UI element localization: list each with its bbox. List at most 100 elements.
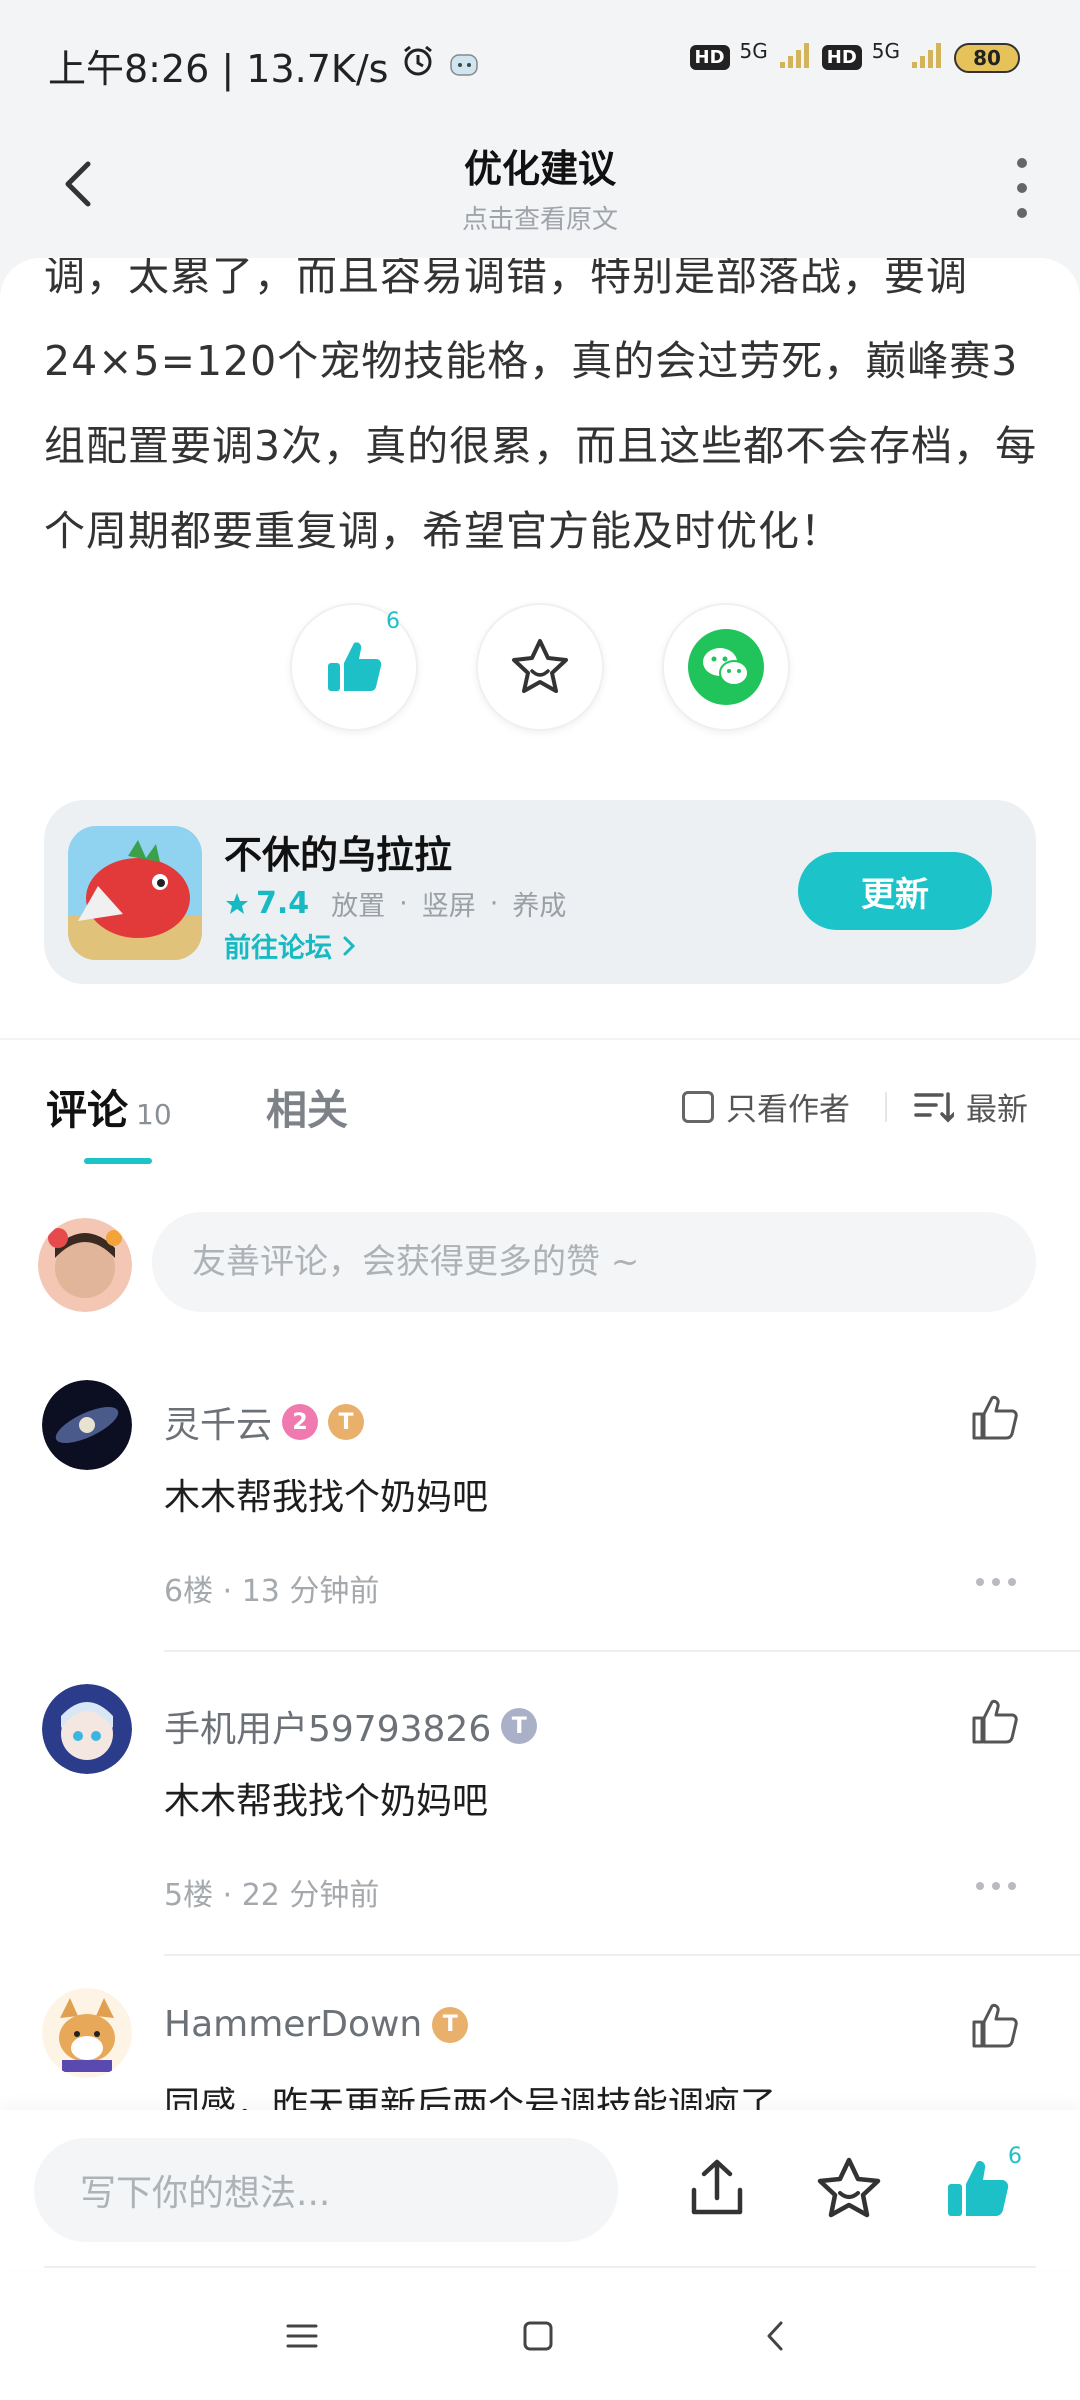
- comment-meta: 5楼 · 22 分钟前: [164, 1878, 380, 1913]
- title-badge: T: [432, 2006, 469, 2043]
- comment-divider: [164, 1650, 1080, 1652]
- nav-menu-button[interactable]: [272, 2306, 332, 2366]
- tab-comments[interactable]: 评论 10: [46, 1076, 172, 1136]
- title-badge: T: [328, 1404, 365, 1440]
- game-rating: 7.4: [224, 886, 309, 921]
- like-bottom-button[interactable]: [944, 2154, 1014, 2224]
- like-button[interactable]: 6: [290, 603, 418, 731]
- user-avatar[interactable]: [42, 1988, 132, 2078]
- game-card[interactable]: 不休的乌拉拉 7.4 放置 · 竖屏 · 养成 前往论坛 更新: [44, 800, 1036, 984]
- bottom-action-bar: 写下你的想法... 6: [0, 2110, 1080, 2270]
- hd-badge-1: HD: [689, 45, 730, 70]
- article-body: 调，太累了，而且容易调错，特别是部落战，要调 24×5=120个宠物技能格，真的…: [44, 258, 1044, 574]
- username: HammerDown: [164, 2004, 423, 2045]
- comments-section: 评论 10 相关 只看作者 最新 友善评论，会获得更多的赞 ~ 灵千云 2 T …: [0, 1040, 1080, 2110]
- game-tag: 放置: [331, 891, 386, 922]
- comment-divider: [164, 1954, 1080, 1956]
- update-button[interactable]: 更新: [798, 852, 992, 930]
- comment-like-button[interactable]: [970, 1696, 1020, 1746]
- page-title: 优化建议: [463, 147, 616, 191]
- tab-related[interactable]: 相关: [266, 1076, 348, 1136]
- network-type-2: 5G: [871, 38, 900, 63]
- game-app-icon: [68, 826, 202, 960]
- wechat-share-button[interactable]: [662, 603, 790, 731]
- article-actions: 6: [0, 603, 1080, 733]
- article-card: 调，太累了，而且容易调错，特别是部落战，要调 24×5=120个宠物技能格，真的…: [0, 258, 1080, 1038]
- dot: [1008, 1578, 1016, 1586]
- sort-button[interactable]: 最新: [914, 1084, 1028, 1129]
- author-only-checkbox[interactable]: [682, 1090, 714, 1123]
- comment-text: 同感，昨天更新后两个号调技能调疯了: [164, 2085, 777, 2110]
- thought-input[interactable]: 写下你的想法...: [34, 2138, 618, 2242]
- dot: [976, 1882, 984, 1890]
- status-bar: 上午8:26 | 13.7K/s HD 5G HD 5G 80: [0, 0, 1080, 120]
- rating-value: 7.4: [256, 886, 310, 921]
- comment-user[interactable]: 灵千云 2 T: [164, 1396, 365, 1448]
- comment-more-button[interactable]: [976, 1578, 1016, 1586]
- comment-like-button[interactable]: [970, 2000, 1020, 2050]
- author-only-filter[interactable]: 只看作者: [682, 1084, 850, 1129]
- dot: [1008, 1882, 1016, 1890]
- menu-icon: [286, 2324, 318, 2348]
- back-arrow-icon: [767, 2321, 783, 2351]
- article-text: 24×5=120个宠物技能格，真的会过劳死，巅峰赛3组配置要调3次，真的很累，而…: [44, 337, 1038, 555]
- wechat-icon: [688, 629, 764, 705]
- system-nav-bar: [0, 2272, 1080, 2400]
- comment-user[interactable]: 手机用户59793826 T: [164, 1700, 538, 1752]
- thumbs-up-outline-icon: [972, 2003, 1018, 2048]
- username: 灵千云: [164, 1405, 273, 1446]
- home-square-icon: [523, 2321, 553, 2351]
- comment-text: 木木帮我找个奶妈吧: [164, 1781, 489, 1822]
- nav-home-button[interactable]: [508, 2306, 568, 2366]
- sort-icon: [914, 1091, 954, 1122]
- game-tag: 养成: [512, 891, 567, 922]
- user-avatar[interactable]: [42, 1380, 132, 1470]
- hd-badge-2: HD: [821, 45, 862, 70]
- active-tab-indicator: [84, 1158, 152, 1164]
- comment-like-button[interactable]: [970, 1392, 1020, 1442]
- game-name: 不休的乌拉拉: [224, 833, 453, 877]
- page-header: 优化建议 点击查看原文: [0, 120, 1080, 260]
- thumbs-up-icon: [328, 642, 382, 691]
- comment-tabs: 评论 10 相关 只看作者 最新: [0, 1040, 1080, 1170]
- title-block[interactable]: 优化建议 点击查看原文: [0, 138, 1080, 236]
- dot: [1017, 158, 1027, 168]
- comment-input[interactable]: [152, 1212, 1036, 1312]
- nav-back-button[interactable]: [746, 2306, 806, 2366]
- bottom-divider: [44, 2266, 1036, 2268]
- favorite-bottom-button[interactable]: [814, 2154, 884, 2224]
- username: 手机用户59793826: [164, 1709, 492, 1750]
- alarm-icon: [400, 43, 436, 88]
- star-face-icon: [512, 639, 568, 693]
- like-count: 6: [386, 609, 400, 634]
- star-icon: [226, 892, 248, 914]
- user-avatar[interactable]: [42, 1684, 132, 1774]
- battery-indicator: 80: [954, 42, 1020, 73]
- tag-separator: ·: [399, 888, 408, 919]
- forum-link-label: 前往论坛: [224, 933, 332, 964]
- comment-item: 手机用户59793826 T 木木帮我找个奶妈吧 5楼 · 22 分钟前: [0, 1656, 1080, 1956]
- thumbs-up-outline-icon: [972, 1699, 1018, 1744]
- thumbs-up-icon: [948, 2160, 1009, 2216]
- dot: [1017, 183, 1027, 193]
- status-left: 上午8:26 | 13.7K/s: [48, 38, 482, 93]
- level-badge: 2: [282, 1404, 319, 1440]
- game-tag: 竖屏: [421, 891, 476, 922]
- favorite-button[interactable]: [476, 603, 604, 731]
- comment-text: 木木帮我找个奶妈吧: [164, 1477, 489, 1518]
- comment-count: 10: [136, 1098, 172, 1131]
- comment-user[interactable]: HammerDown T: [164, 2004, 469, 2045]
- dot: [1017, 208, 1027, 218]
- star-face-icon: [817, 2157, 881, 2218]
- thumbs-up-outline-icon: [972, 1395, 1018, 1440]
- share-icon: [691, 2159, 743, 2215]
- comment-item: HammerDown T 同感，昨天更新后两个号调技能调疯了: [0, 1960, 1080, 2110]
- view-original-link[interactable]: 点击查看原文: [0, 199, 1080, 236]
- app-notification-icon: [448, 44, 482, 88]
- more-options-button[interactable]: [1010, 158, 1034, 218]
- comment-more-button[interactable]: [976, 1882, 1016, 1890]
- forum-link[interactable]: 前往论坛: [224, 926, 358, 965]
- dot: [992, 1882, 1000, 1890]
- network-type-1: 5G: [739, 38, 768, 63]
- share-button[interactable]: [682, 2154, 752, 2224]
